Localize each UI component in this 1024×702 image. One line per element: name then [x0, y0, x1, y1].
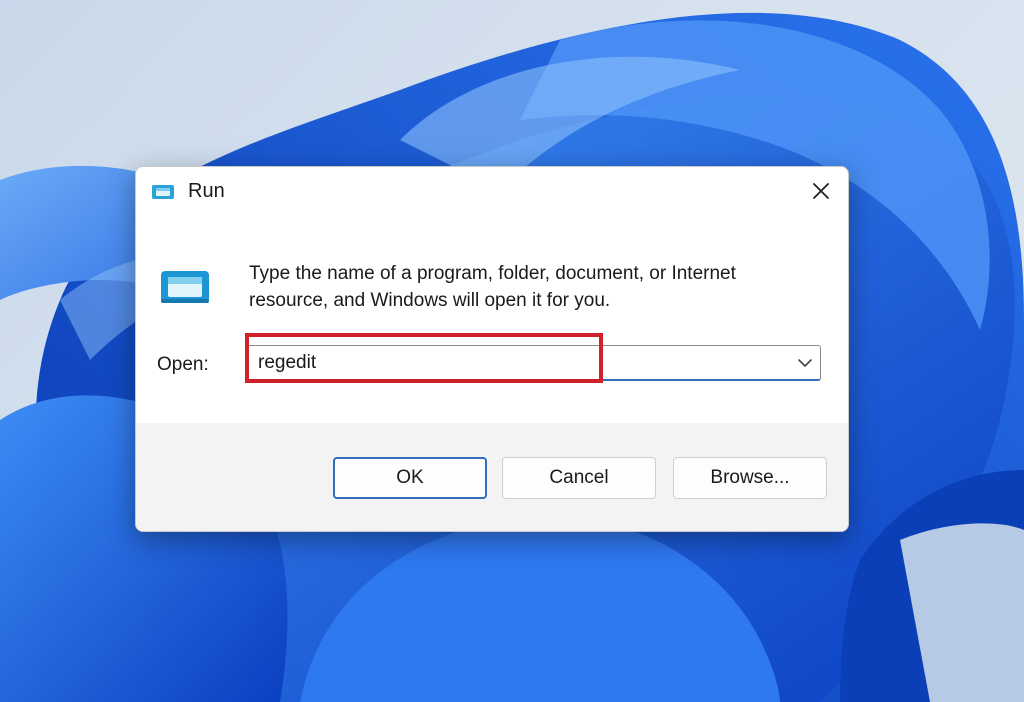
ok-button[interactable]: OK	[333, 457, 487, 499]
browse-button[interactable]: Browse...	[673, 457, 827, 499]
open-input[interactable]	[258, 346, 778, 379]
cancel-button[interactable]: Cancel	[502, 457, 656, 499]
window-title: Run	[188, 180, 225, 202]
open-label: Open:	[157, 354, 209, 375]
description-text: Type the name of a program, folder, docu…	[249, 260, 829, 314]
close-button[interactable]	[794, 167, 848, 215]
open-combobox[interactable]	[247, 345, 821, 381]
run-icon	[161, 271, 209, 303]
run-icon	[152, 185, 174, 199]
chevron-down-icon[interactable]	[796, 355, 814, 371]
desktop: Run Type the name of a program, folder, …	[0, 0, 1024, 702]
description-line-1: Type the name of a program, folder, docu…	[249, 263, 736, 284]
close-icon	[813, 183, 829, 199]
title-bar[interactable]: Run	[136, 167, 848, 219]
description-line-2: resource, and Windows will open it for y…	[249, 290, 611, 311]
run-dialog: Run Type the name of a program, folder, …	[135, 166, 849, 532]
